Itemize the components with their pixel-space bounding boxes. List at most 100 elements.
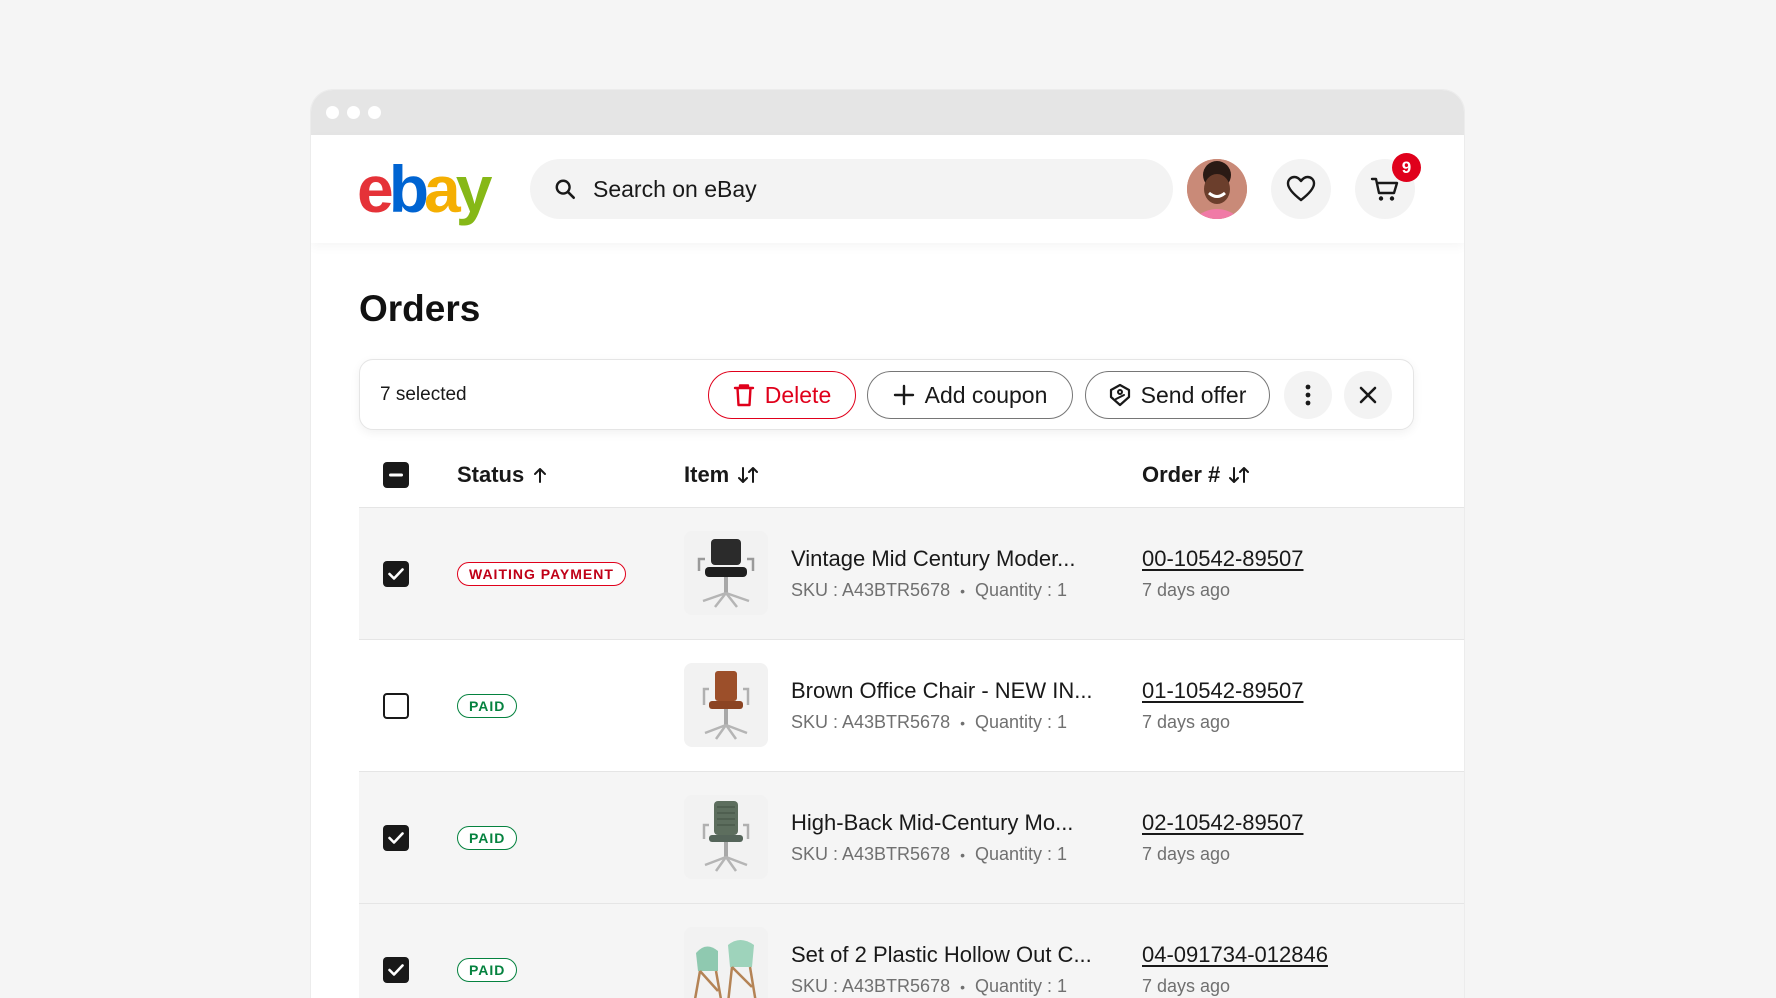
indeterminate-icon (389, 473, 403, 477)
sort-icon (1229, 467, 1250, 483)
status-badge: PAID (457, 826, 518, 850)
column-header-order[interactable]: Order # (1142, 462, 1250, 488)
meta-separator: • (960, 582, 965, 599)
row-checkbox[interactable] (383, 561, 409, 587)
site-header: ebay Search on eBay 9 (311, 135, 1464, 243)
item-sku: SKU : A43BTR5678 (791, 976, 951, 996)
sort-icon (738, 467, 759, 483)
item-thumbnail[interactable] (684, 795, 768, 879)
table-row[interactable]: PAID High-Back Mid-Century Mo... SKU : A… (359, 772, 1464, 904)
bulk-action-bar: 7 selected Delete Add coupon Send offer (359, 359, 1414, 430)
window-dot-2 (347, 106, 360, 119)
item-quantity: Quantity : 1 (975, 976, 1068, 996)
search-bar[interactable]: Search on eBay (530, 159, 1173, 219)
ebay-logo[interactable]: ebay (357, 152, 493, 226)
delete-button[interactable]: Delete (708, 371, 856, 419)
plus-icon (893, 384, 914, 406)
status-badge: WAITING PAYMENT (457, 562, 626, 586)
search-input[interactable]: Search on eBay (593, 176, 757, 203)
browser-window: ebay Search on eBay 9 Orders 7 selected … (311, 90, 1464, 998)
black-office-chair-image (697, 539, 755, 608)
item-title[interactable]: High-Back Mid-Century Mo... (791, 810, 1073, 836)
logo-letter-y: y (455, 152, 493, 226)
send-offer-label: Send offer (1140, 381, 1247, 408)
status-badge: PAID (457, 694, 518, 718)
order-number-link[interactable]: 01-10542-89507 (1142, 678, 1303, 704)
item-thumbnail[interactable] (684, 927, 768, 998)
item-quantity: Quantity : 1 (975, 844, 1068, 864)
item-meta: SKU : A43BTR5678 • Quantity : 1 (791, 976, 1067, 997)
order-time: 7 days ago (1142, 976, 1231, 996)
avatar[interactable] (1187, 159, 1247, 219)
mint-plastic-chairs-image (693, 940, 757, 998)
table-row[interactable]: PAID Brown Office Chair - NEW IN... SKU … (359, 640, 1464, 772)
order-number-link[interactable]: 02-10542-89507 (1142, 810, 1303, 836)
logo-letter-a: a (424, 152, 461, 226)
avatar-image (1187, 159, 1247, 219)
column-header-status[interactable]: Status (457, 462, 547, 488)
heart-icon (1286, 175, 1316, 202)
close-icon (1359, 386, 1377, 404)
checkmark-icon (388, 832, 404, 844)
item-title[interactable]: Brown Office Chair - NEW IN... (791, 678, 1093, 704)
checkmark-icon (388, 568, 404, 580)
item-thumbnail[interactable] (684, 531, 768, 615)
add-coupon-button[interactable]: Add coupon (867, 371, 1073, 419)
more-actions-button[interactable] (1284, 371, 1332, 419)
meta-separator: • (960, 978, 965, 995)
window-dot-1 (326, 106, 339, 119)
item-sku: SKU : A43BTR5678 (791, 580, 951, 600)
window-dot-3 (368, 106, 381, 119)
row-checkbox[interactable] (383, 693, 409, 719)
logo-letter-e: e (357, 152, 394, 226)
page-title: Orders (359, 288, 481, 329)
select-all-checkbox[interactable] (383, 462, 409, 488)
table-row[interactable]: PAID Set of 2 Plastic Hollow Out C... SK… (359, 904, 1464, 998)
item-meta: SKU : A43BTR5678 • Quantity : 1 (791, 844, 1067, 865)
send-offer-button[interactable]: Send offer (1085, 371, 1270, 419)
status-badge: PAID (457, 958, 518, 982)
trash-icon (733, 384, 754, 407)
search-icon (555, 179, 575, 199)
clear-selection-button[interactable] (1344, 371, 1392, 419)
logo-letter-b: b (388, 152, 429, 226)
offer-tag-icon (1109, 383, 1130, 407)
more-vertical-icon (1305, 384, 1311, 406)
item-meta: SKU : A43BTR5678 • Quantity : 1 (791, 580, 1067, 601)
sort-ascending-icon (534, 468, 547, 483)
watchlist-button[interactable] (1271, 159, 1331, 219)
table-row[interactable]: WAITING PAYMENT Vintage Mid Century Mode… (359, 508, 1464, 640)
order-number-link[interactable]: 04-091734-012846 (1142, 942, 1328, 968)
order-header-label: Order # (1142, 462, 1221, 487)
orders-table-body: WAITING PAYMENT Vintage Mid Century Mode… (359, 508, 1464, 998)
cart-count-badge: 9 (1392, 153, 1421, 182)
order-time: 7 days ago (1142, 844, 1231, 864)
checkmark-icon (388, 964, 404, 976)
item-meta: SKU : A43BTR5678 • Quantity : 1 (791, 712, 1067, 733)
meta-separator: • (960, 846, 965, 863)
item-header-label: Item (684, 462, 730, 487)
item-quantity: Quantity : 1 (975, 580, 1068, 600)
window-titlebar (311, 90, 1464, 135)
item-title[interactable]: Vintage Mid Century Moder... (791, 546, 1076, 572)
selected-count: 7 selected (380, 384, 467, 405)
brown-office-chair-image (702, 671, 750, 740)
item-quantity: Quantity : 1 (975, 712, 1068, 732)
orders-table-header: Status Item Order # (359, 442, 1464, 508)
item-sku: SKU : A43BTR5678 (791, 712, 951, 732)
column-header-item[interactable]: Item (684, 462, 759, 488)
row-checkbox[interactable] (383, 957, 409, 983)
status-header-label: Status (457, 462, 525, 487)
delete-label: Delete (764, 381, 832, 408)
row-checkbox[interactable] (383, 825, 409, 851)
green-highback-chair-image (702, 801, 750, 872)
cart-icon (1370, 177, 1399, 201)
order-time: 7 days ago (1142, 712, 1231, 732)
item-title[interactable]: Set of 2 Plastic Hollow Out C... (791, 942, 1092, 968)
add-coupon-label: Add coupon (924, 381, 1048, 408)
order-number-link[interactable]: 00-10542-89507 (1142, 546, 1303, 572)
meta-separator: • (960, 714, 965, 731)
order-time: 7 days ago (1142, 580, 1231, 600)
item-thumbnail[interactable] (684, 663, 768, 747)
item-sku: SKU : A43BTR5678 (791, 844, 951, 864)
